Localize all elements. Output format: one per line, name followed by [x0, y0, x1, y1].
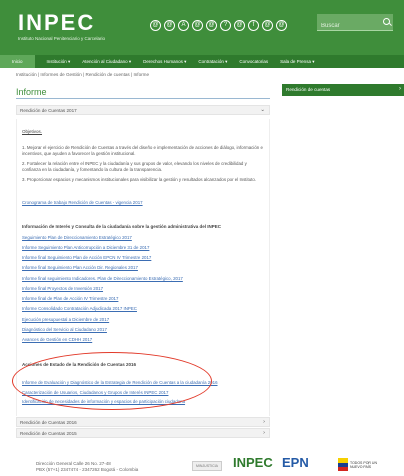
info-link[interactable]: Informe final seguimiento Indicadores. P…: [22, 276, 183, 281]
social-icon[interactable]: @: [150, 20, 161, 31]
accordion-label: Rendición de Cuentas 2017: [20, 108, 77, 113]
minjusticia-logo[interactable]: MINJUSTICIA: [192, 461, 222, 471]
search-box: [317, 14, 393, 34]
nav-item-derechos[interactable]: Derechos Humanos ▾: [143, 59, 186, 65]
nav-item-convocatorias[interactable]: Convocatorias: [239, 59, 268, 64]
logo[interactable]: INPEC: [18, 10, 95, 36]
info-link[interactable]: Informe final Seguimiento Plan de Acción…: [22, 255, 151, 260]
accessibility-icon[interactable]: A: [178, 20, 189, 31]
sidebar-item-label: Rendición de cuentas: [286, 87, 331, 92]
objective-text: 1. Mejorar el ejercicio de Rendición de …: [22, 145, 263, 150]
page-title: Informe: [16, 87, 47, 97]
info-link[interactable]: Informe final de Plan de Acción IV Trime…: [22, 296, 118, 301]
footer-phone: PBX (57+1) 2347474 - 2347262 Bogotá - Co…: [36, 467, 139, 472]
breadcrumb[interactable]: Institución | Informes de Gestión | Rend…: [16, 72, 149, 77]
cronograma-link[interactable]: Cronograma de trabajo Rendición de Cuent…: [22, 200, 143, 205]
info-link[interactable]: Avances de Gestión en CDHH 2017: [22, 337, 92, 342]
accordion-label: Rendición de Cuentas 2016: [20, 420, 77, 425]
objective-text: incentivos, que ayuden a favorecer la ge…: [22, 151, 136, 156]
objective-text: 3. Proporcionar espacios y mecanismos in…: [22, 177, 257, 182]
accordion-header-2017[interactable]: Rendición de Cuentas 2017 ⌄: [16, 105, 270, 115]
logo-subtitle: Instituto Nacional Penitenciario y Carce…: [18, 36, 106, 41]
epn-logo[interactable]: EPN: [282, 455, 309, 470]
social-icon[interactable]: @: [276, 20, 287, 31]
nav-item-institucion[interactable]: Institución ▾: [47, 59, 71, 65]
search-icon[interactable]: [383, 18, 390, 25]
nav-item-prensa[interactable]: Sala de Prensa ▾: [280, 59, 314, 65]
site-header: INPEC Instituto Nacional Penitenciario y…: [0, 0, 404, 55]
red-highlight-circle: [12, 352, 212, 410]
info-link[interactable]: Informe final Proyectos de Inversión 201…: [22, 286, 103, 291]
info-link[interactable]: Diagnóstico del Servicio al Ciudadano 20…: [22, 327, 107, 332]
info-link[interactable]: Informe Seguimiento Plan Anticorrupción …: [22, 245, 149, 250]
objectives-heading: Objetivos.: [22, 129, 43, 134]
social-icon[interactable]: @: [206, 20, 217, 31]
title-divider: [16, 98, 270, 99]
nuevo-pais-text: TODOS POR UN NUEVO PAÍS: [350, 461, 377, 469]
social-icon[interactable]: @: [164, 20, 175, 31]
social-icon[interactable]: @: [262, 20, 273, 31]
nav-item-inicio[interactable]: Inicio: [0, 55, 35, 68]
info-heading: Información de Interés y Consulta de la …: [22, 224, 222, 229]
footer-address: Dirección General Calle 26 No. 27-48: [36, 461, 111, 466]
chevron-right-icon: ›: [263, 430, 265, 436]
page-frame: INPEC Instituto Nacional Penitenciario y…: [0, 0, 404, 476]
help-icon[interactable]: ?: [220, 20, 231, 31]
info-link[interactable]: Informe Consolidado Contratación Adjudic…: [22, 306, 137, 311]
info-link[interactable]: Seguimiento Plan de Direccionamiento Est…: [22, 235, 132, 240]
main-nav: Inicio Institución ▾ Atención al Ciudada…: [0, 55, 404, 68]
accordion-header-2015[interactable]: Rendición de Cuentas 2015 ›: [16, 428, 270, 438]
chevron-down-icon: ⌄: [260, 107, 265, 113]
info-link[interactable]: Informe final Seguimiento Plan Acción Di…: [22, 265, 138, 270]
social-icon[interactable]: @: [234, 20, 245, 31]
facebook-icon[interactable]: f: [248, 20, 259, 31]
social-icon[interactable]: @: [192, 20, 203, 31]
objective-text: confianza en la ciudadanía, y fomentando…: [22, 167, 163, 172]
nav-item-contratacion[interactable]: Contratación ▾: [198, 59, 227, 65]
social-icon-row: @ @ A @ @ ? @ f @ @: [150, 20, 287, 31]
flag-red-stripe: [338, 467, 348, 471]
nuevo-pais-logo[interactable]: TODOS POR UN NUEVO PAÍS: [338, 458, 377, 472]
accordion-label: Rendición de Cuentas 2015: [20, 431, 77, 436]
sidebar-item-rendicion[interactable]: Rendición de cuentas ›: [282, 84, 404, 96]
info-link[interactable]: Ejecución presupuestal a Diciembre de 20…: [22, 317, 109, 322]
inpec-footer-logo[interactable]: INPEC: [233, 455, 273, 470]
nav-item-atencion[interactable]: Atención al Ciudadano ▾: [82, 59, 131, 65]
objective-text: 2. Fortalecer la relación entre el INPEC…: [22, 161, 247, 166]
search-input[interactable]: [317, 18, 377, 34]
chevron-right-icon: ›: [399, 86, 401, 92]
chevron-right-icon: ›: [263, 419, 265, 425]
accordion-header-2016[interactable]: Rendición de Cuentas 2016 ›: [16, 417, 270, 427]
